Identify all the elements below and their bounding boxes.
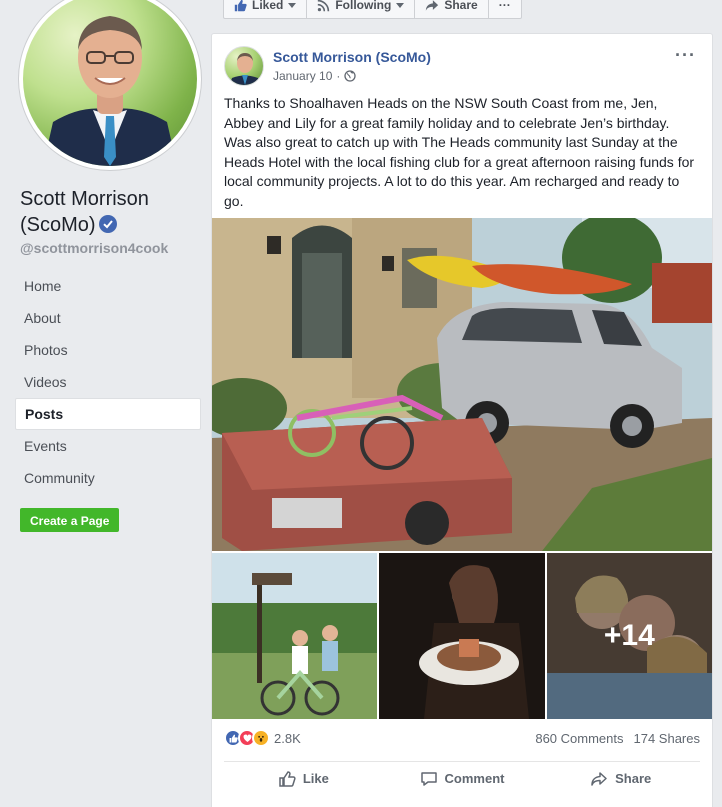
post-options-icon[interactable]: ··· bbox=[675, 46, 696, 64]
liked-label: Liked bbox=[252, 0, 284, 12]
more-options-button[interactable]: ··· bbox=[489, 0, 521, 18]
post-stats: 2.8K 860 Comments 174 Shares bbox=[224, 727, 700, 749]
verified-badge-icon bbox=[98, 215, 117, 233]
thumbs-up-icon bbox=[234, 0, 247, 11]
page-name-line1: Scott Morrison bbox=[20, 188, 149, 210]
comment-bubble-icon bbox=[420, 771, 437, 786]
share-page-button[interactable]: Share bbox=[415, 0, 489, 18]
post-photo-grid: +14 bbox=[212, 553, 712, 719]
page-handle[interactable]: @scottmorrison4cook bbox=[20, 240, 168, 256]
page-title[interactable]: Scott Morrison (ScoMo) bbox=[20, 186, 200, 238]
post-photo-thumb-3[interactable]: +14 bbox=[546, 553, 712, 719]
author-avatar[interactable] bbox=[224, 46, 264, 86]
chevron-down-icon bbox=[396, 2, 405, 8]
nav-home[interactable]: Home bbox=[15, 270, 201, 302]
share-arrow-icon bbox=[426, 0, 439, 11]
page-name-line2: (ScoMo) bbox=[20, 214, 96, 236]
comments-count-link[interactable]: 860 Comments bbox=[535, 731, 623, 746]
like-button[interactable]: Like bbox=[224, 762, 383, 795]
post-actions: Like Comment Share bbox=[224, 761, 700, 795]
post-card: Scott Morrison (ScoMo) January 10 · ··· … bbox=[211, 33, 713, 807]
share-arrow-icon bbox=[591, 771, 607, 786]
create-page-button[interactable]: Create a Page bbox=[20, 508, 120, 532]
post-date[interactable]: January 10 bbox=[273, 69, 332, 83]
engagement-counts: 860 Comments 174 Shares bbox=[535, 731, 700, 746]
wow-reaction-icon bbox=[252, 729, 270, 747]
following-button[interactable]: Following bbox=[307, 0, 416, 18]
post-text: Thanks to Shoalhaven Heads on the NSW So… bbox=[224, 95, 695, 209]
meta-separator: · bbox=[336, 69, 341, 83]
more-dots-icon: ··· bbox=[498, 0, 511, 12]
page-sidebar: Scott Morrison (ScoMo) @scottmorrison4co… bbox=[0, 0, 211, 807]
nav-videos[interactable]: Videos bbox=[15, 366, 201, 398]
nav-community[interactable]: Community bbox=[15, 462, 201, 494]
liked-button[interactable]: Liked bbox=[224, 0, 308, 18]
chevron-down-icon bbox=[288, 2, 297, 8]
post-meta: January 10 · bbox=[273, 69, 357, 83]
following-label: Following bbox=[335, 0, 392, 12]
nav-photos[interactable]: Photos bbox=[15, 334, 201, 366]
share-post-label: Share bbox=[615, 771, 652, 786]
post-header: Scott Morrison (ScoMo) January 10 · ··· bbox=[224, 46, 702, 86]
post-photo-thumb-1[interactable] bbox=[212, 553, 378, 719]
shares-count-link[interactable]: 174 Shares bbox=[634, 731, 701, 746]
more-photos-overlay[interactable]: +14 bbox=[546, 553, 712, 719]
profile-photo bbox=[23, 0, 197, 166]
page-action-bar: Liked Following Share ··· bbox=[223, 0, 522, 19]
share-label: Share bbox=[444, 0, 478, 12]
nav-posts[interactable]: Posts bbox=[15, 398, 201, 430]
like-label: Like bbox=[302, 771, 329, 786]
globe-icon[interactable] bbox=[344, 70, 357, 82]
comment-button[interactable]: Comment bbox=[383, 762, 542, 795]
nav-about[interactable]: About bbox=[15, 302, 201, 334]
share-post-button[interactable]: Share bbox=[541, 762, 700, 795]
reactions-summary[interactable]: 2.8K bbox=[224, 729, 301, 747]
thumbs-up-outline-icon bbox=[279, 770, 296, 787]
rss-icon bbox=[318, 0, 330, 11]
page-profile-picture[interactable] bbox=[19, 0, 201, 170]
comment-label: Comment bbox=[444, 771, 505, 786]
nav-events[interactable]: Events bbox=[15, 430, 201, 462]
post-photo-thumb-2[interactable] bbox=[379, 553, 545, 719]
post-photo-main[interactable] bbox=[212, 218, 712, 551]
post-author-link[interactable]: Scott Morrison (ScoMo) bbox=[273, 49, 431, 65]
reactions-count: 2.8K bbox=[274, 730, 301, 746]
page-nav: Home About Photos Videos Posts Events Co… bbox=[15, 270, 201, 494]
